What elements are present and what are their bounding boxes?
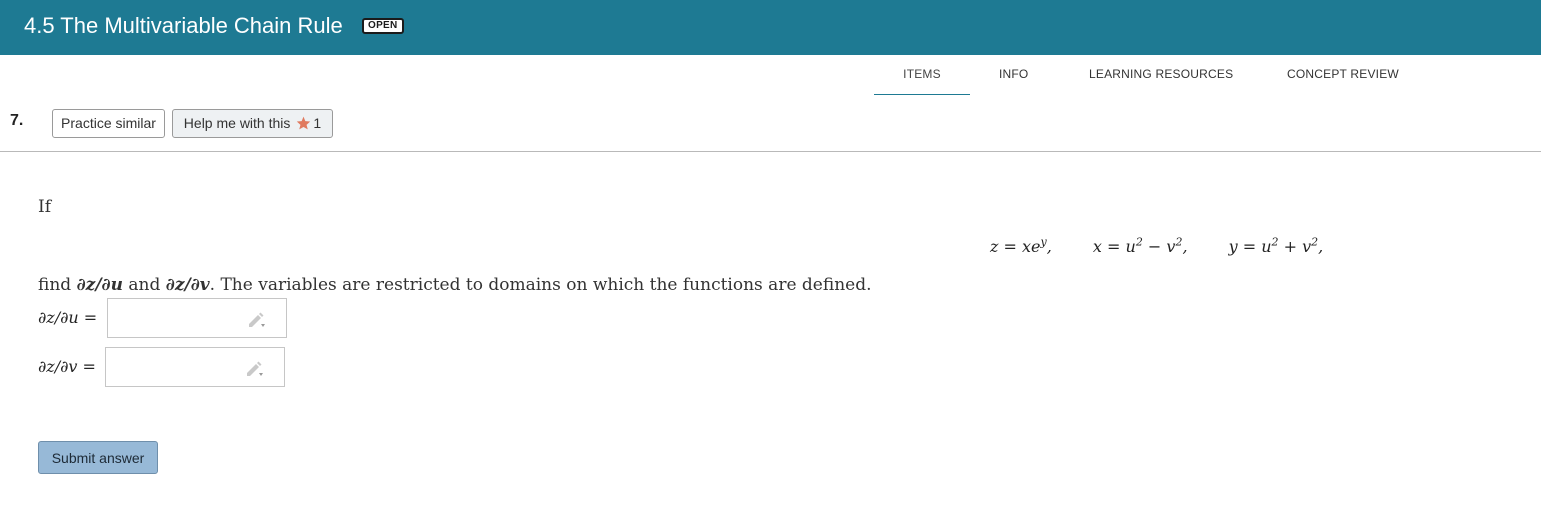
pencil-icon[interactable]: [245, 359, 1521, 382]
given-equations: z = xey, x = u2 − v2, y = u2 + v2,: [990, 236, 1323, 256]
star-icon: [296, 112, 311, 139]
tab-bar: ITEMS INFO LEARNING RESOURCES CONCEPT RE…: [0, 55, 1541, 95]
equation-z: z = xey,: [990, 236, 1052, 257]
tab-info[interactable]: INFO: [999, 67, 1028, 81]
divider: [0, 151, 1541, 152]
help-me-button[interactable]: Help me with this 1: [172, 109, 333, 138]
answer-label-dv: ∂z/∂v =: [38, 357, 96, 376]
question-number: 7.: [10, 112, 24, 129]
page-title: 4.5 The Multivariable Chain Rule: [24, 13, 343, 38]
app-header: 4.5 The Multivariable Chain Rule OPEN: [0, 0, 1541, 55]
pencil-icon[interactable]: [247, 310, 1521, 333]
tab-items[interactable]: ITEMS: [874, 67, 970, 95]
help-count: 1: [313, 115, 322, 131]
tab-learning-resources[interactable]: LEARNING RESOURCES: [1089, 67, 1233, 81]
help-me-label: Help me with this: [183, 115, 291, 131]
equation-x: x = u2 − v2,: [1092, 236, 1188, 257]
equation-y: y = u2 + v2,: [1228, 236, 1324, 257]
practice-similar-button[interactable]: Practice similar: [52, 109, 165, 138]
submit-answer-button[interactable]: Submit answer: [38, 441, 158, 474]
question-prompt: find ∂z/∂u and ∂z/∂v. The variables are …: [38, 275, 872, 295]
tab-concept-review[interactable]: CONCEPT REVIEW: [1287, 67, 1399, 81]
status-badge: OPEN: [362, 18, 404, 34]
answer-label-du: ∂z/∂u =: [38, 308, 98, 327]
question-intro: If: [38, 197, 52, 217]
